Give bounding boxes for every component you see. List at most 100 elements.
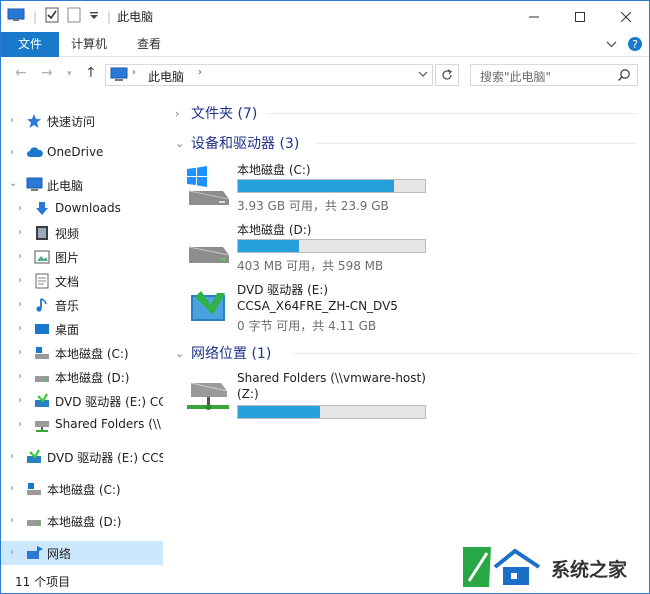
network-icon [26,545,43,561]
sidebar-item-local-disk-c-root[interactable]: › 本地磁盘 (C:) [1,477,163,501]
sidebar-item-shared-folders[interactable]: › Shared Folders (\\ [1,413,163,437]
group-folders[interactable]: › 文件夹 (7) [175,103,637,123]
sidebar-item-dvd-drive[interactable]: › DVD 驱动器 (E:) CC [1,389,163,413]
sidebar-item-local-disk-d[interactable]: › 本地磁盘 (D:) [1,365,163,389]
chevron-right-icon[interactable]: › [10,483,14,494]
chevron-right-icon[interactable]: › [10,451,14,462]
drive-volume-label: CCSA_X64FRE_ZH-CN_DV5 [237,299,398,313]
new-folder-icon[interactable] [67,7,81,26]
sidebar-item-label: Downloads [55,201,121,215]
drive-c[interactable]: 本地磁盘 (C:) 3.93 GB 可用，共 23.9 GB [185,161,455,213]
breadcrumb-chevron-icon[interactable]: › [198,67,202,78]
item-count: 11 个项目 [15,575,71,589]
drive-usage-bar [237,179,426,193]
drive-icon [26,513,42,529]
ribbon: 文件 计算机 查看 ? [1,32,649,57]
cloud-icon [26,145,43,161]
recent-locations-icon[interactable]: ▾ [67,69,72,79]
tab-view[interactable]: 查看 [137,32,161,57]
chevron-down-icon[interactable]: ⌄ [9,178,17,189]
separator: | [33,9,38,24]
chevron-right-icon[interactable]: › [10,115,14,126]
navigation-pane: › 快速访问 › OneDrive ⌄ 此电脑 › Downloads › 视频… [1,93,163,567]
sidebar-item-desktop[interactable]: › 桌面 [1,317,163,341]
sidebar-item-label: DVD 驱动器 (E:) CC [55,395,163,409]
sidebar-item-pictures[interactable]: › 图片 [1,245,163,269]
breadcrumb-item[interactable]: 此电脑 [148,68,184,85]
up-button[interactable]: ↑ [85,65,97,81]
chevron-right-icon[interactable]: › [18,395,22,406]
computer-icon [7,8,25,25]
chevron-down-icon[interactable]: ⌄ [175,137,185,150]
tab-computer[interactable]: 计算机 [71,32,107,57]
sidebar-item-network[interactable]: › 网络 [1,541,163,565]
chevron-right-icon[interactable]: › [10,547,14,558]
refresh-button[interactable] [435,64,459,86]
drive-d[interactable]: 本地磁盘 (D:) 403 MB 可用，共 598 MB [185,221,455,273]
drive-shared-folders[interactable]: Shared Folders (\\vmware-host) (Z:) [185,371,455,421]
separator: | [107,9,112,24]
drive-dvd[interactable]: DVD 驱动器 (E:) CCSA_X64FRE_ZH-CN_DV5 0 字节 … [185,281,455,335]
sidebar-item-label: Shared Folders (\\ [55,417,161,431]
minimize-button[interactable] [511,1,557,32]
chevron-right-icon[interactable]: › [18,299,22,310]
chevron-right-icon[interactable]: › [18,227,22,238]
watermark-logo: 系统之家 [459,543,649,593]
minimize-ribbon-icon[interactable] [606,39,617,53]
drive-name: Shared Folders (\\vmware-host) [237,371,426,385]
chevron-right-icon[interactable]: › [18,347,22,358]
picture-icon [34,249,50,265]
network-drive-icon [185,371,233,419]
search-input[interactable]: 搜索"此电脑" [470,64,638,86]
sidebar-item-label: 视频 [55,227,80,241]
computer-icon [110,67,128,85]
help-icon[interactable]: ? [627,36,643,55]
back-button[interactable]: ← [15,65,27,81]
chevron-right-icon[interactable]: › [10,147,14,158]
quick-access-toolbar: | | 此电脑 [1,1,153,32]
sidebar-item-music[interactable]: › 音乐 [1,293,163,317]
address-history-icon[interactable] [418,68,428,82]
chevron-right-icon[interactable]: › [18,419,22,430]
chevron-right-icon[interactable]: › [18,275,22,286]
windows-drive-icon [185,161,233,209]
properties-icon[interactable] [45,7,59,26]
maximize-button[interactable] [557,1,603,32]
chevron-right-icon[interactable]: › [175,107,185,120]
search-icon[interactable] [617,68,631,85]
chevron-right-icon[interactable]: › [10,515,14,526]
sidebar-item-local-disk-c[interactable]: › 本地磁盘 (C:) [1,341,163,365]
tab-file[interactable]: 文件 [1,32,59,57]
sidebar-item-local-disk-d-root[interactable]: › 本地磁盘 (D:) [1,509,163,533]
sidebar-item-label: 图片 [55,251,80,265]
chevron-right-icon[interactable]: › [18,323,22,334]
forward-button[interactable]: → [41,65,53,81]
sidebar-item-label: OneDrive [47,145,104,159]
drive-icon [185,221,233,269]
group-network-locations[interactable]: ⌄ 网络位置 (1) [175,343,637,363]
close-button[interactable] [603,1,649,32]
sidebar-item-dvd-drive-root[interactable]: › DVD 驱动器 (E:) CCS [1,445,163,469]
minimize-icon [529,16,539,17]
sidebar-item-documents[interactable]: › 文档 [1,269,163,293]
sidebar-item-this-pc[interactable]: ⌄ 此电脑 [1,173,163,197]
sidebar-item-onedrive[interactable]: › OneDrive [1,141,163,165]
title-bar: | | 此电脑 [1,1,649,32]
sidebar-item-label: 文档 [55,275,80,289]
sidebar-item-quick-access[interactable]: › 快速访问 [1,109,163,133]
breadcrumb-chevron-icon[interactable]: › [132,67,136,78]
drive-name: 本地磁盘 (D:) [237,223,312,237]
chevron-right-icon[interactable]: › [18,371,22,382]
sidebar-item-label: 快速访问 [47,115,96,129]
group-title: 设备和驱动器 (3) [191,136,300,152]
sidebar-item-downloads[interactable]: › Downloads [1,197,163,221]
chevron-down-icon[interactable]: ⌄ [175,347,185,360]
drive-name: 本地磁盘 (C:) [237,163,311,177]
sidebar-item-videos[interactable]: › 视频 [1,221,163,245]
chevron-right-icon[interactable]: › [18,251,22,262]
chevron-right-icon[interactable]: › [18,203,22,214]
customize-toolbar-icon[interactable] [89,10,99,24]
group-devices[interactable]: ⌄ 设备和驱动器 (3) [175,133,637,153]
address-bar[interactable]: › 此电脑 › [105,64,433,86]
document-icon [34,273,50,289]
